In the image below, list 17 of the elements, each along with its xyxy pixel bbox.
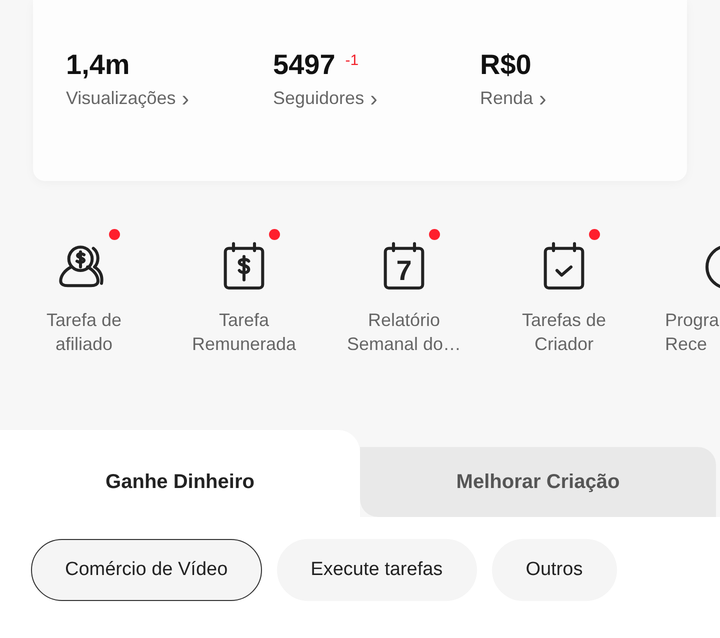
shortcut-label[interactable]: Tarefa Remunerada	[192, 308, 296, 356]
filter-chip[interactable]: Comércio de Vídeo	[31, 539, 262, 601]
stat-change: -1	[345, 51, 359, 71]
stat-value: 1,4m	[66, 48, 130, 82]
stat-link[interactable]: Visualizações ›	[66, 88, 190, 109]
shortcut-label[interactable]: Tarefa de afiliado	[46, 308, 122, 356]
shortcut-label[interactable]: Progra Rece	[665, 308, 720, 356]
tab[interactable]: Ganhe Dinheiro	[0, 430, 360, 517]
stat-link[interactable]: Seguidores ›	[273, 88, 378, 109]
filter-chip[interactable]: Outros	[492, 539, 617, 601]
filter-chip[interactable]: Execute tarefas	[276, 539, 477, 601]
stat-value: 5497	[273, 48, 336, 82]
stat-value: R$0	[480, 48, 532, 82]
stat-link[interactable]: Renda ›	[480, 88, 546, 109]
shortcut-label[interactable]: Tarefas de Criador	[522, 308, 606, 356]
tab[interactable]: Melhorar Criação	[360, 447, 716, 517]
shortcut-label[interactable]: Relatório Semanal do…	[346, 308, 462, 356]
